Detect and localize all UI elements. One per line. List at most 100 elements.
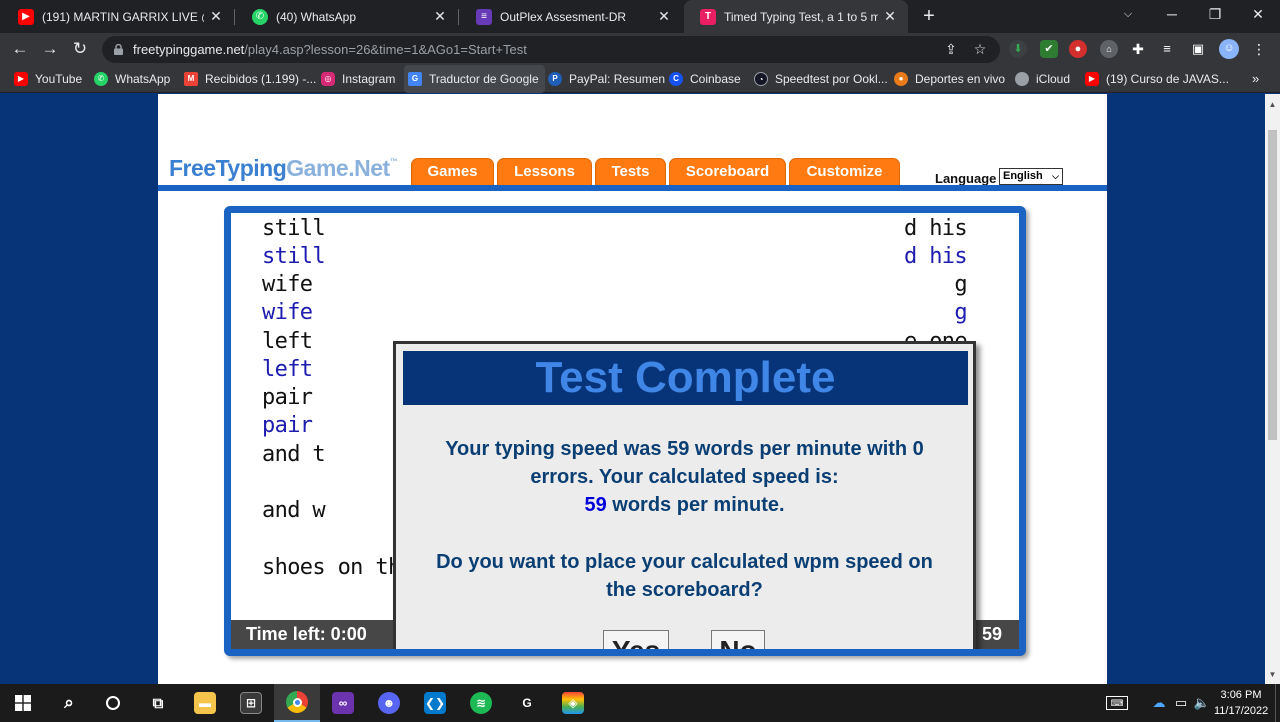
system-clock[interactable]: 3:06 PM 11/17/2022 <box>1214 687 1268 719</box>
keyboard-tray-icon[interactable]: ⌨ <box>1106 696 1128 710</box>
network-tray-icon[interactable]: ▭ <box>1172 694 1190 712</box>
bookmark-instagram[interactable]: ◎ Instagram <box>321 65 395 93</box>
close-tab-icon[interactable]: ✕ <box>878 8 902 25</box>
vscode-icon: ❮❯ <box>424 692 446 714</box>
back-button[interactable]: ← <box>8 37 32 61</box>
tab-title: (191) MARTIN GARRIX LIVE @ MY <box>42 9 204 24</box>
nav-lessons[interactable]: Lessons <box>497 158 592 185</box>
coinbase-icon: C <box>669 72 683 86</box>
source-line: and t <box>262 442 326 467</box>
scroll-up-icon[interactable]: ▲ <box>1265 98 1280 112</box>
bookmark-paypal[interactable]: P PayPal: Resumen <box>548 65 665 93</box>
windows-icon <box>15 695 31 711</box>
shield-extension-icon[interactable]: ✔ <box>1040 40 1058 58</box>
chrome-menu-icon[interactable]: ⋮ <box>1250 40 1268 58</box>
language-label: Language <box>935 171 997 186</box>
g-app-icon: G <box>522 696 532 710</box>
nav-customize[interactable]: Customize <box>789 158 900 185</box>
red-extension-icon[interactable]: ● <box>1069 40 1087 58</box>
paypal-icon: P <box>548 72 562 86</box>
address-bar[interactable]: freetypinggame.net/play4.asp?lesson=26&t… <box>102 36 1000 63</box>
whatsapp-icon: ✆ <box>94 72 108 86</box>
volume-tray-icon[interactable]: 🔈 <box>1193 694 1211 712</box>
bookmark-icloud[interactable]: iCloud <box>1015 65 1070 93</box>
nav-games[interactable]: Games <box>411 158 494 185</box>
typed-line: pair <box>262 413 313 438</box>
typed-line: left <box>262 357 313 382</box>
tab-search-button[interactable]: ⌵ <box>1106 0 1150 30</box>
reload-button[interactable]: ↻ <box>68 37 92 61</box>
tab-typing-test[interactable]: T Timed Typing Test, a 1 to 5 minut ✕ <box>684 0 908 33</box>
spotify-button[interactable]: ≋ <box>458 684 504 722</box>
visual-studio-button[interactable]: ∞ <box>320 684 366 722</box>
page-scrollbar[interactable]: ▲ ▼ <box>1265 94 1280 684</box>
media-queue-icon[interactable]: ≡ <box>1158 40 1176 58</box>
close-tab-icon[interactable]: ✕ <box>204 8 228 25</box>
layers-icon: ◈ <box>562 692 584 714</box>
source-line-end: d his <box>904 216 968 241</box>
side-panel-icon[interactable]: ▣ <box>1189 40 1207 58</box>
source-line: still <box>262 216 326 241</box>
task-view-button[interactable]: ⧉ <box>135 684 181 722</box>
tab-youtube[interactable]: ▶ (191) MARTIN GARRIX LIVE @ MY ✕ <box>2 0 234 33</box>
source-line-end: g <box>954 272 967 297</box>
tab-whatsapp[interactable]: ✆ (40) WhatsApp ✕ <box>236 0 458 33</box>
store-icon: ⊞ <box>240 692 262 714</box>
forward-button[interactable]: → <box>38 37 62 61</box>
bookmark-star-icon[interactable]: ☆ <box>971 41 989 59</box>
download-extension-icon[interactable]: ⬇ <box>1009 40 1027 58</box>
close-tab-icon[interactable]: ✕ <box>652 8 676 25</box>
youtube-icon: ▶ <box>1085 72 1099 86</box>
yes-button[interactable]: Yes <box>603 630 669 649</box>
no-button[interactable]: No <box>711 630 765 649</box>
bookmark-coinbase[interactable]: C Coinbase <box>669 65 741 93</box>
store-button[interactable]: ⊞ <box>228 684 274 722</box>
close-tab-icon[interactable]: ✕ <box>428 8 452 25</box>
typing-test-icon: T <box>700 8 716 25</box>
show-desktop-button[interactable] <box>1275 684 1280 722</box>
bookmark-gmail[interactable]: M Recibidos (1.199) -... <box>184 65 316 93</box>
start-button[interactable] <box>0 684 46 722</box>
search-icon: ⌕ <box>64 693 74 712</box>
discord-button[interactable]: ☻ <box>366 684 412 722</box>
home-extension-icon[interactable]: ⌂ <box>1100 40 1118 58</box>
share-icon[interactable]: ⇪ <box>942 41 960 59</box>
forms-icon: ≡ <box>476 8 492 25</box>
bookmark-curso-javascript[interactable]: ▶ (19) Curso de JAVAS... <box>1085 65 1229 93</box>
chrome-taskbar-button[interactable] <box>274 684 320 722</box>
cloud-tray-icon[interactable]: ☁ <box>1150 694 1168 712</box>
basketball-icon: ● <box>894 72 908 86</box>
scroll-down-icon[interactable]: ▼ <box>1265 668 1280 682</box>
bookmark-speedtest[interactable]: ◔ Speedtest por Ookl... <box>754 65 888 93</box>
browser-toolbar: ← → ↻ freetypinggame.net/play4.asp?lesso… <box>0 33 1280 65</box>
lock-icon <box>114 44 123 55</box>
restore-button[interactable]: ❐ <box>1193 0 1237 30</box>
bookmark-youtube[interactable]: ▶ YouTube <box>14 65 82 93</box>
site-logo[interactable]: FreeTypingGame.Net™ <box>169 155 398 182</box>
youtube-icon: ▶ <box>18 8 34 25</box>
language-select[interactable]: English ⌵ <box>999 168 1063 185</box>
cortana-button[interactable] <box>90 684 136 722</box>
dialog-title: Test Complete <box>535 353 836 402</box>
bookmark-google-translate[interactable]: G Traductor de Google <box>404 65 545 93</box>
source-line: pair <box>262 385 313 410</box>
file-explorer-button[interactable]: ▬ <box>182 684 228 722</box>
cortana-icon <box>106 696 120 710</box>
bookmark-whatsapp[interactable]: ✆ WhatsApp <box>94 65 170 93</box>
minimize-button[interactable]: ─ <box>1150 0 1194 30</box>
puzzle-extensions-icon[interactable]: ✚ <box>1129 40 1147 58</box>
more-bookmarks-icon[interactable]: » <box>1252 65 1259 93</box>
close-window-button[interactable]: ✕ <box>1236 0 1280 30</box>
tab-outplex[interactable]: ≡ OutPlex Assesment-DR ✕ <box>460 0 682 33</box>
nav-tests[interactable]: Tests <box>595 158 666 185</box>
search-button[interactable]: ⌕ <box>46 684 92 722</box>
vscode-button[interactable]: ❮❯ <box>412 684 458 722</box>
bluestacks-button[interactable]: ◈ <box>550 684 596 722</box>
new-tab-button[interactable]: + <box>917 5 941 29</box>
profile-avatar[interactable]: ☺ <box>1219 39 1239 59</box>
bookmark-deportes[interactable]: ● Deportes en vivo <box>894 65 1005 93</box>
typing-game-area: stilld hisstilld hiswifegwifeglefte onel… <box>224 206 1026 656</box>
nav-scoreboard[interactable]: Scoreboard <box>669 158 786 185</box>
scroll-thumb[interactable] <box>1268 130 1277 440</box>
app-g-button[interactable]: G <box>504 684 550 722</box>
